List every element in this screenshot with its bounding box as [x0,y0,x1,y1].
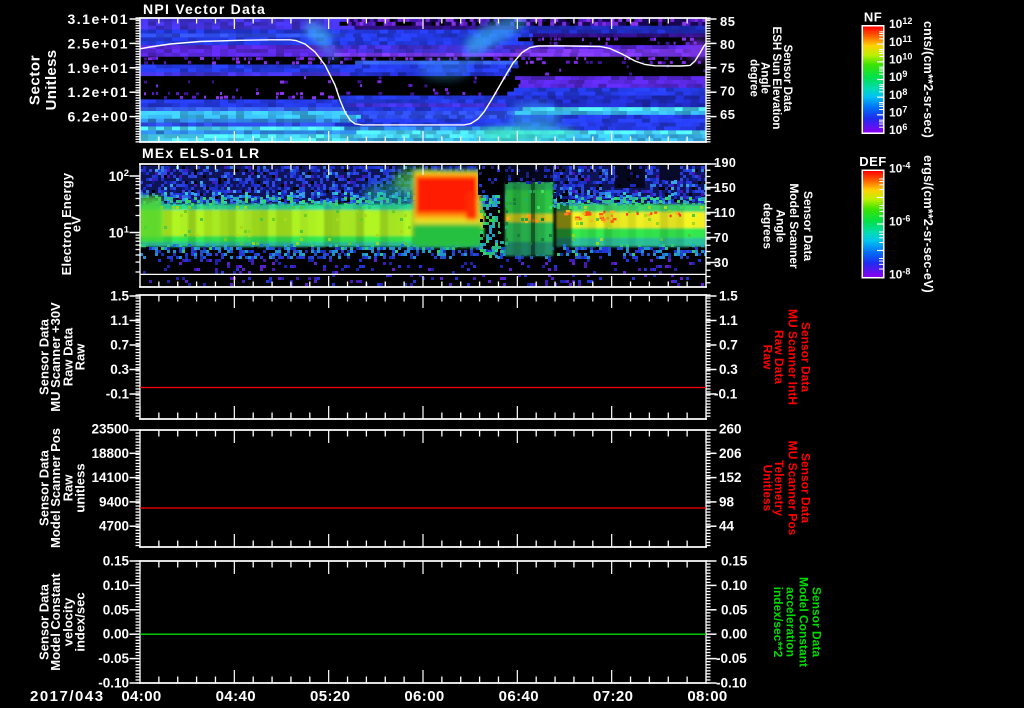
svg-text:degree: degree [748,59,760,97]
svg-text:Sector: Sector [27,55,44,105]
svg-text:1.2e+01: 1.2e+01 [68,84,130,100]
svg-text:70: 70 [720,84,735,99]
svg-text:Unitless: Unitless [43,50,60,111]
svg-text:2.5e+01: 2.5e+01 [68,35,130,51]
svg-text:80: 80 [720,37,735,52]
svg-text:3.1e+01: 3.1e+01 [68,11,130,27]
svg-text:6.2e+00: 6.2e+00 [68,109,130,125]
svg-text:85: 85 [720,14,735,29]
svg-text:ESH Sun Elevation: ESH Sun Elevation [770,27,782,130]
svg-text:1.9e+01: 1.9e+01 [68,60,130,76]
svg-text:65: 65 [720,107,735,122]
svg-text:NPI Vector Data: NPI Vector Data [143,1,266,17]
svg-text:75: 75 [720,60,735,75]
svg-text:Sensor Data: Sensor Data [781,44,793,112]
